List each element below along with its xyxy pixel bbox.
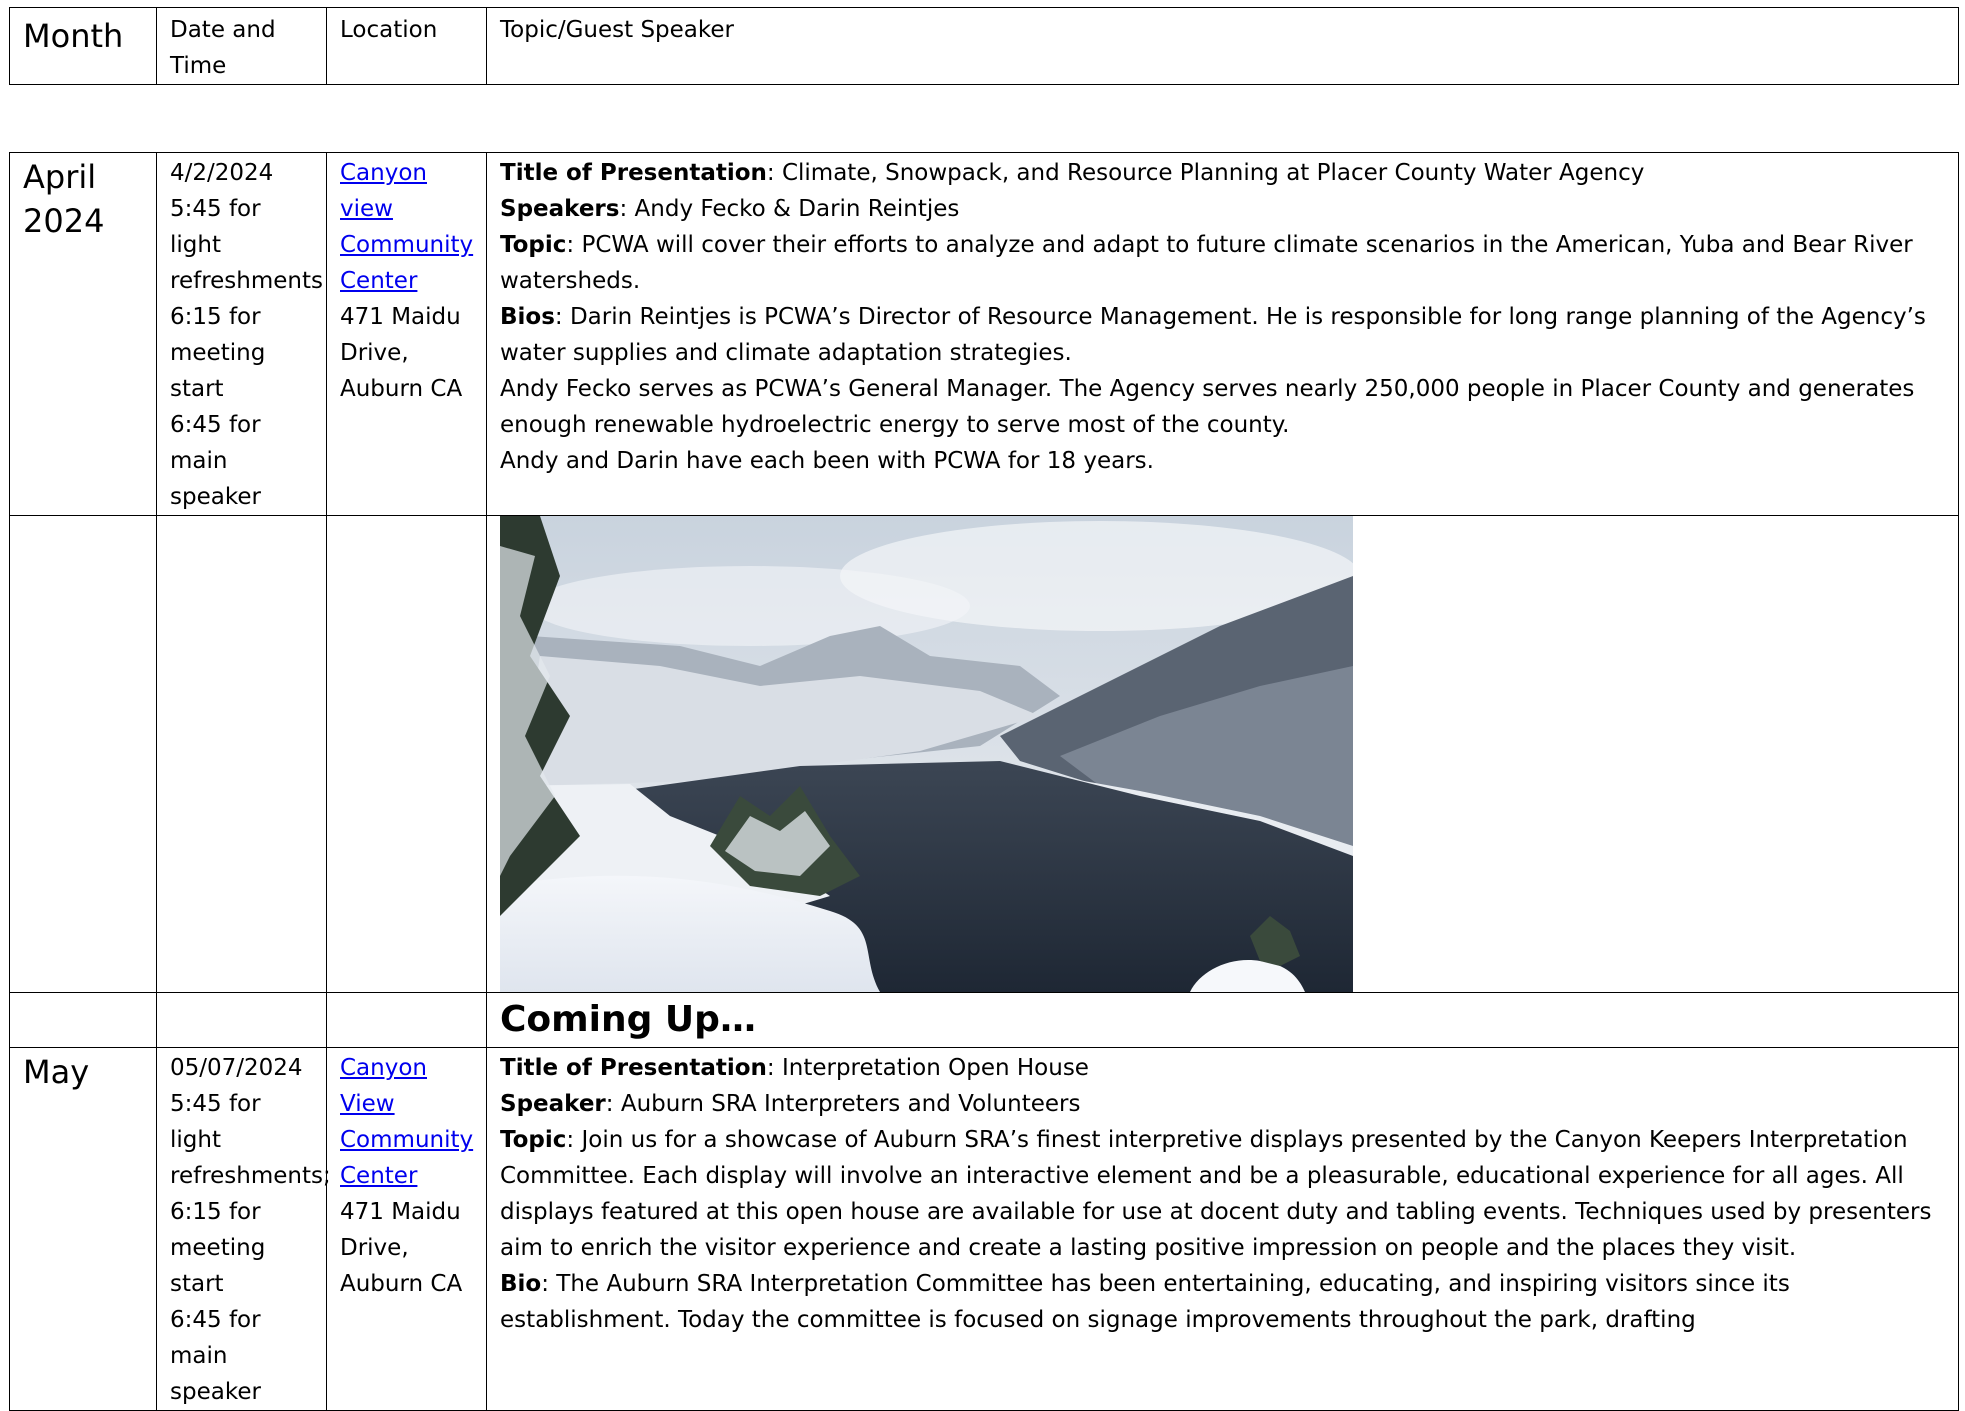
april-bios-label: Bios bbox=[500, 304, 555, 330]
april-bios-line: Bios: Darin Reintjes is PCWA’s Director … bbox=[500, 299, 1945, 371]
april-time-2: 6:15 for meeting start bbox=[170, 304, 266, 402]
may-topic-line: Topic: Join us for a showcase of Auburn … bbox=[500, 1122, 1945, 1266]
coming-up-empty-3 bbox=[326, 992, 487, 1048]
image-row-empty-1 bbox=[9, 515, 157, 993]
may-location-link[interactable]: Canyon View Community Center bbox=[340, 1055, 473, 1189]
header-row: Month Date and Time Location Topic/Guest… bbox=[9, 7, 1959, 85]
snowy-reservoir-photo bbox=[500, 516, 1353, 992]
april-title-text: : Climate, Snowpack, and Resource Planni… bbox=[766, 160, 1645, 186]
coming-up-heading: Coming Up… bbox=[486, 992, 1959, 1048]
may-date-time: 05/07/2024 5:45 for light refreshments; … bbox=[156, 1047, 331, 1411]
may-speaker-text: : Auburn SRA Interpreters and Volunteers bbox=[605, 1091, 1081, 1117]
april-date: 4/2/2024 bbox=[170, 160, 274, 186]
image-row-empty-3 bbox=[326, 515, 487, 993]
header-location: Location bbox=[326, 7, 487, 85]
april-row: April 2024 4/2/2024 5:45 for light refre… bbox=[9, 152, 1959, 516]
header-month: Month bbox=[9, 7, 157, 85]
may-location: Canyon View Community Center 471 Maidu D… bbox=[326, 1047, 487, 1411]
april-location: Canyon view Community Center 471 Maidu D… bbox=[326, 152, 487, 516]
april-speakers-label: Speakers bbox=[500, 196, 620, 222]
april-month: April 2024 bbox=[9, 152, 157, 516]
may-bio-line: Bio: The Auburn SRA Interpretation Commi… bbox=[500, 1266, 1945, 1338]
april-title-line: Title of Presentation: Climate, Snowpack… bbox=[500, 155, 1945, 191]
may-title-label: Title of Presentation bbox=[500, 1055, 767, 1081]
may-month: May bbox=[9, 1047, 157, 1411]
may-speaker-label: Speaker bbox=[500, 1091, 606, 1117]
may-row: May 05/07/2024 5:45 for light refreshmen… bbox=[9, 1047, 1959, 1411]
header-date-time: Date and Time bbox=[156, 7, 327, 85]
april-topic-line: Topic: PCWA will cover their efforts to … bbox=[500, 227, 1945, 299]
may-speaker-line: Speaker: Auburn SRA Interpreters and Vol… bbox=[500, 1086, 1945, 1122]
may-topic: Title of Presentation: Interpretation Op… bbox=[486, 1047, 1959, 1411]
april-title-label: Title of Presentation bbox=[500, 160, 767, 186]
may-topic-text: : Join us for a showcase of Auburn SRA’s… bbox=[500, 1127, 1932, 1261]
may-title-line: Title of Presentation: Interpretation Op… bbox=[500, 1050, 1945, 1086]
may-bio-label: Bio bbox=[500, 1271, 542, 1297]
may-bio-text: : The Auburn SRA Interpretation Committe… bbox=[500, 1271, 1790, 1333]
april-bios-text: : Darin Reintjes is PCWA’s Director of R… bbox=[500, 304, 1926, 366]
coming-up-empty-2 bbox=[156, 992, 327, 1048]
may-date: 05/07/2024 bbox=[170, 1055, 303, 1081]
image-cell bbox=[486, 515, 1959, 993]
april-speakers-text: : Andy Fecko & Darin Reintjes bbox=[619, 196, 960, 222]
image-row-empty-2 bbox=[156, 515, 327, 993]
april-bio2: Andy Fecko serves as PCWA’s General Mana… bbox=[500, 376, 1915, 438]
may-time-1: 5:45 for light refreshments; bbox=[170, 1091, 331, 1189]
image-row bbox=[9, 515, 1959, 993]
coming-up-empty-1 bbox=[9, 992, 157, 1048]
coming-up-row: Coming Up… bbox=[9, 992, 1959, 1048]
header-table: Month Date and Time Location Topic/Guest… bbox=[9, 7, 1959, 85]
may-topic-label: Topic bbox=[500, 1127, 567, 1153]
april-time-3: 6:45 for main speaker bbox=[170, 412, 261, 510]
april-address: 471 Maidu Drive, Auburn CA bbox=[340, 304, 463, 402]
april-location-link[interactable]: Canyon view Community Center bbox=[340, 160, 473, 294]
april-time-1: 5:45 for light refreshments bbox=[170, 196, 323, 294]
april-date-time: 4/2/2024 5:45 for light refreshments 6:1… bbox=[156, 152, 327, 516]
may-time-3: 6:45 for main speaker bbox=[170, 1307, 261, 1405]
april-topic: Title of Presentation: Climate, Snowpack… bbox=[486, 152, 1959, 516]
april-bio3: Andy and Darin have each been with PCWA … bbox=[500, 448, 1154, 474]
april-topic-label: Topic bbox=[500, 232, 567, 258]
april-speakers-line: Speakers: Andy Fecko & Darin Reintjes bbox=[500, 191, 1945, 227]
header-topic: Topic/Guest Speaker bbox=[486, 7, 1959, 85]
may-address: 471 Maidu Drive, Auburn CA bbox=[340, 1199, 463, 1297]
may-title-text: : Interpretation Open House bbox=[766, 1055, 1089, 1081]
april-topic-text: : PCWA will cover their efforts to analy… bbox=[500, 232, 1913, 294]
may-time-2: 6:15 for meeting start bbox=[170, 1199, 266, 1297]
schedule-table: April 2024 4/2/2024 5:45 for light refre… bbox=[9, 152, 1959, 1411]
